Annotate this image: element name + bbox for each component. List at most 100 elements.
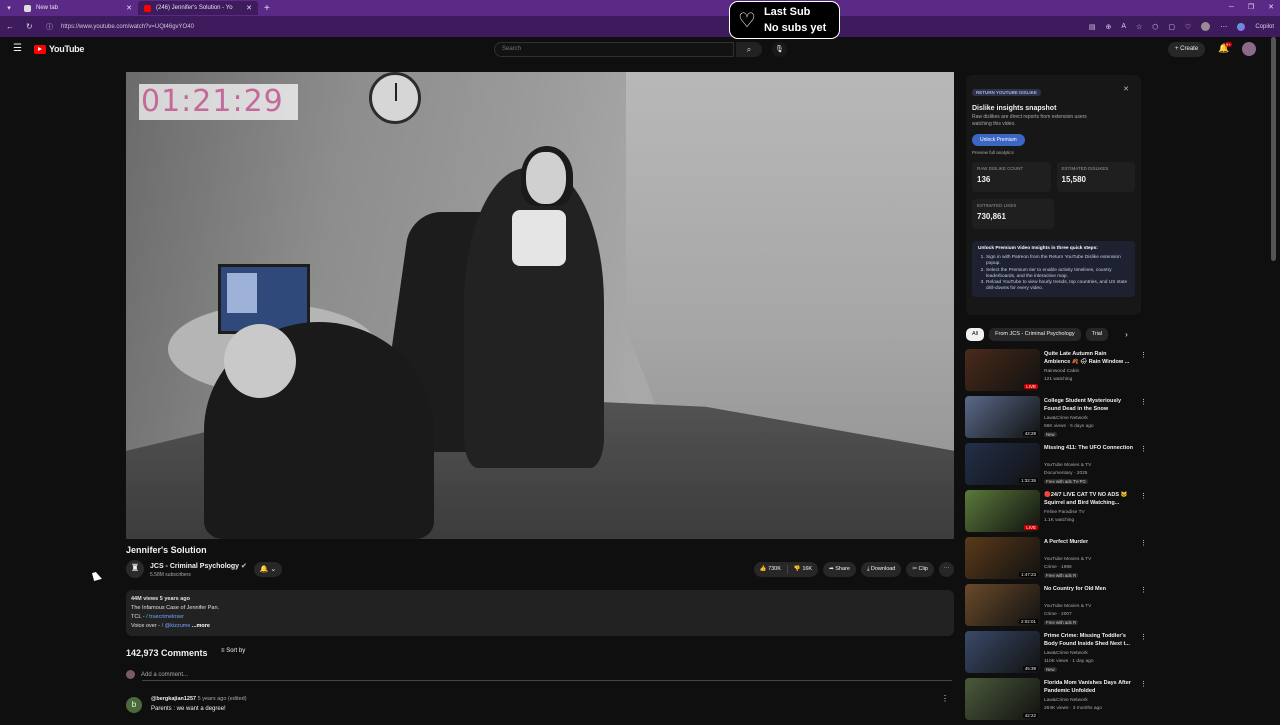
chip-trial[interactable]: Trial [1085, 328, 1109, 341]
search-button[interactable]: ⌕ [736, 42, 762, 57]
unlock-premium-button[interactable]: Unlock Premium [972, 134, 1025, 146]
more-options-icon[interactable]: ⋮ [1140, 398, 1147, 406]
video-thumbnail[interactable]: 45:39 [965, 631, 1040, 673]
comment-author[interactable]: @bergkajian1257 5 years ago (edited) [151, 696, 247, 702]
back-icon[interactable]: ← [6, 22, 14, 31]
minimize-icon[interactable]: ─ [1229, 0, 1234, 16]
video-thumbnail[interactable]: 2:02:01 [965, 584, 1040, 626]
clip-button[interactable]: ✂ Clip [906, 562, 934, 577]
recommendation-title[interactable]: Missing 411: The UFO Connection [1044, 445, 1134, 453]
recommendation-item[interactable]: 1:47:23 A Perfect Murder YouTube Movies & … [965, 537, 1147, 584]
tab-new-tab[interactable]: New tab ✕ [18, 1, 138, 15]
recommendation-channel[interactable]: Feline Paradise TV [1044, 510, 1085, 515]
truecrimeloser-link[interactable]: / truecrimeloser [146, 614, 184, 620]
profile-icon[interactable] [1201, 22, 1211, 31]
add-comment[interactable]: Add a comment... [126, 670, 188, 679]
search-input[interactable]: Search [494, 42, 734, 57]
recommendation-title[interactable]: Prime Crime: Missing Toddler's Body Foun… [1044, 633, 1134, 648]
page-scrollbar[interactable] [1271, 37, 1276, 261]
recommendation-title[interactable]: 🔴24/7 LIVE CAT TV NO ADS 🐱 Squirrel and … [1044, 492, 1134, 507]
close-window-icon[interactable]: ✕ [1268, 0, 1274, 16]
recommendation-channel[interactable]: Rainwood Cabin [1044, 369, 1079, 374]
favorite-star-icon[interactable]: ☆ [1136, 23, 1142, 31]
favorites-icon[interactable]: ♡ [1185, 23, 1191, 31]
dislike-button[interactable]: 👎 16K [788, 562, 818, 577]
more-options-icon[interactable]: ⋮ [1140, 492, 1147, 500]
reload-icon[interactable]: ↻ [26, 22, 33, 31]
reader-icon[interactable]: ▤ [1089, 23, 1096, 31]
video-thumbnail[interactable]: LIVE [965, 349, 1040, 391]
close-tab-icon[interactable]: ✕ [246, 4, 252, 12]
description-box[interactable]: 44M views 5 years ago The Infamous Case … [126, 590, 954, 636]
video-player[interactable]: 01:21:29 [126, 72, 954, 539]
recommendation-item[interactable]: 42:29 College Student Mysteriously Found … [965, 396, 1147, 443]
recommendation-channel[interactable]: Law&Crime Network [1044, 416, 1088, 421]
add-comment-input[interactable]: Add a comment... [141, 672, 188, 678]
recommendation-item[interactable]: LIVE 🔴24/7 LIVE CAT TV NO ADS 🐱 Squirrel … [965, 490, 1147, 537]
read-aloud-icon[interactable]: A [1121, 23, 1126, 30]
copilot-button[interactable]: Copilot [1255, 24, 1274, 30]
comment-avatar[interactable]: b [126, 697, 142, 713]
maximize-icon[interactable]: ❐ [1248, 0, 1254, 16]
channel-avatar[interactable]: ♜ [126, 560, 144, 578]
recommendation-channel[interactable]: Law&Crime Network [1044, 651, 1088, 656]
recommendation-title[interactable]: Florida Mom Vanishes Days After Pandemic… [1044, 680, 1134, 695]
video-thumbnail[interactable]: 1:32:35 [965, 443, 1040, 485]
more-options-icon[interactable]: ⋮ [1140, 445, 1147, 453]
recommendation-channel[interactable]: Law&Crime Network [1044, 698, 1088, 703]
zoom-icon[interactable]: ⊕ [1105, 23, 1111, 31]
new-tab-button[interactable]: + [264, 3, 270, 14]
more-options-icon[interactable]: ⋮ [1140, 633, 1147, 641]
close-tab-icon[interactable]: ✕ [126, 4, 132, 12]
create-button[interactable]: + Create [1168, 42, 1206, 57]
recommendation-channel[interactable]: YouTube Movies & TV [1044, 463, 1091, 468]
like-button[interactable]: 👍 730K [754, 562, 787, 577]
collections-icon[interactable]: ▢ [1168, 23, 1175, 31]
kizzume-link[interactable]: / @kizzume [162, 623, 191, 629]
video-thumbnail[interactable]: 42:29 [965, 396, 1040, 438]
chip-all[interactable]: All [966, 328, 985, 341]
recommendation-title[interactable]: Quite Late Autumn Rain Ambience 🍂 🌧 Rain… [1044, 351, 1134, 366]
video-thumbnail[interactable]: 42:22 [965, 678, 1040, 720]
recommendation-item[interactable]: 45:39 Prime Crime: Missing Toddler's Body… [965, 631, 1147, 678]
more-options-icon[interactable]: ⋮ [1140, 586, 1147, 594]
sort-by-button[interactable]: ≡ Sort by [221, 648, 245, 654]
avatar[interactable] [1242, 42, 1256, 56]
extensions-icon[interactable]: ⬡ [1152, 23, 1158, 31]
site-info-icon[interactable]: ⓘ [46, 22, 53, 32]
subscriber-count: 5.58M subscribers [150, 572, 191, 578]
recommendation-channel[interactable]: YouTube Movies & TV [1044, 604, 1091, 609]
more-actions-button[interactable]: ⋯ [939, 562, 954, 577]
download-button[interactable]: ⤓ Download [860, 562, 902, 577]
recommendation-channel[interactable]: YouTube Movies & TV [1044, 557, 1091, 562]
tab-menu-icon[interactable]: ▾ [0, 4, 18, 12]
preview-analytics-link[interactable]: Preview full analytics [972, 150, 1135, 155]
youtube-logo[interactable]: YouTube [34, 44, 84, 54]
recommendation-title[interactable]: A Perfect Murder [1044, 539, 1134, 547]
channel-name[interactable]: JCS - Criminal Psychology ✔ [150, 562, 247, 570]
chip-from-channel[interactable]: From JCS - Criminal Psychology [989, 328, 1081, 341]
recommendation-item[interactable]: 1:32:35 Missing 411: The UFO Connection Yo… [965, 443, 1147, 490]
chevron-right-icon[interactable]: › [1125, 330, 1128, 339]
more-options-icon[interactable]: ⋮ [1140, 680, 1147, 688]
more-link[interactable]: ...more [192, 623, 210, 629]
copilot-icon[interactable] [1237, 22, 1246, 31]
recommendation-item[interactable]: LIVE Quite Late Autumn Rain Ambience 🍂 🌧 … [965, 349, 1147, 396]
recommendation-title[interactable]: No Country for Old Men [1044, 586, 1134, 594]
menu-icon[interactable]: ☰ [13, 43, 22, 54]
subscription-bell-button[interactable]: 🔔 ⌄ [254, 562, 282, 577]
tab-youtube[interactable]: (246) Jennifer's Solution - Yo ✕ [138, 1, 258, 15]
more-options-icon[interactable]: ⋮ [1140, 351, 1147, 359]
close-icon[interactable]: ✕ [1123, 85, 1129, 93]
video-thumbnail[interactable]: 1:47:23 [965, 537, 1040, 579]
settings-more-icon[interactable]: ⋯ [1220, 23, 1227, 31]
url-field[interactable]: https://www.youtube.com/watch?v=UQt46gvY… [61, 24, 194, 30]
comment-more-icon[interactable]: ⋮ [941, 694, 949, 703]
recommendation-title[interactable]: College Student Mysteriously Found Dead … [1044, 398, 1134, 413]
recommendation-item[interactable]: 42:22 Florida Mom Vanishes Days After Pan… [965, 678, 1147, 725]
video-thumbnail[interactable]: LIVE [965, 490, 1040, 532]
mic-button[interactable]: 🎙 [772, 42, 787, 57]
more-options-icon[interactable]: ⋮ [1140, 539, 1147, 547]
recommendation-item[interactable]: 2:02:01 No Country for Old Men YouTube Mov… [965, 584, 1147, 631]
share-button[interactable]: ➦ Share [823, 562, 856, 577]
